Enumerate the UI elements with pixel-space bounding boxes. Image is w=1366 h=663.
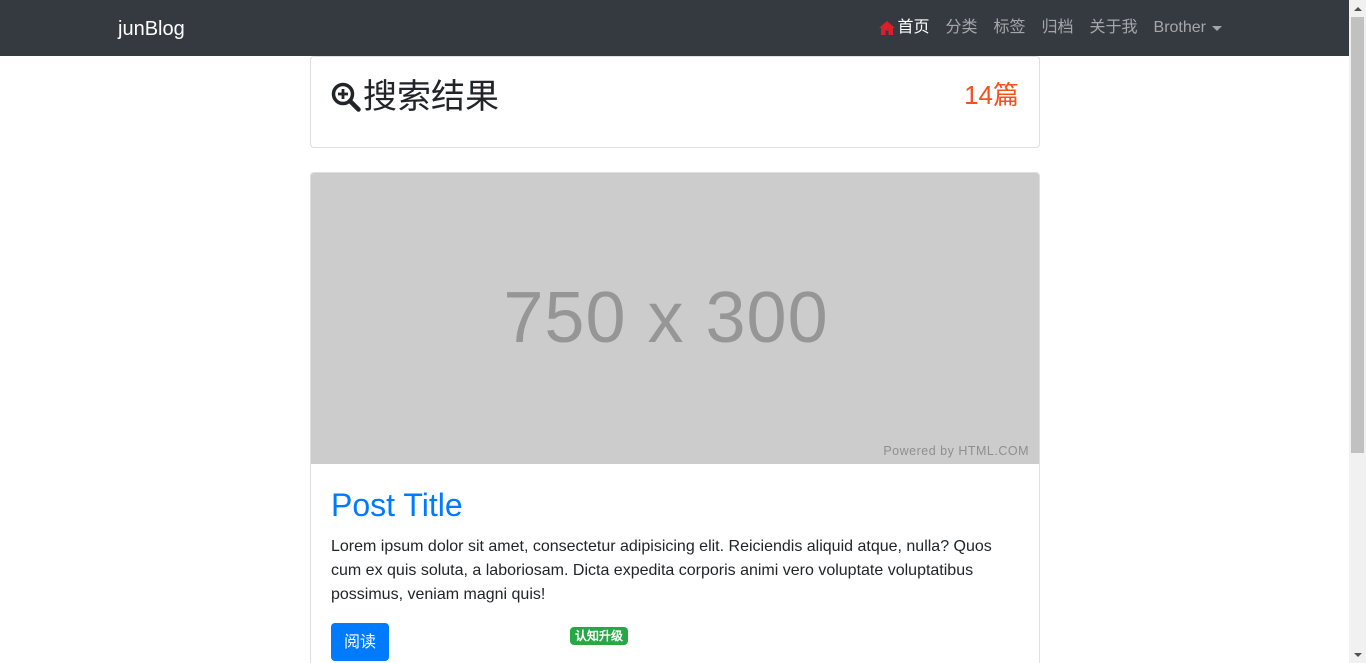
- arrow-down-icon: [1353, 652, 1362, 657]
- search-plus-icon: [331, 82, 361, 112]
- chevron-down-icon: [1212, 26, 1222, 31]
- read-button[interactable]: 阅读: [331, 623, 389, 661]
- page-scrollbar[interactable]: [1349, 0, 1366, 663]
- post-title[interactable]: Post Title: [331, 485, 463, 525]
- main-nav: 首页 分类 标签 归档 关于我 Brother: [878, 17, 1222, 39]
- nav-item-home[interactable]: 首页: [878, 17, 929, 39]
- scroll-thumb[interactable]: [1351, 17, 1364, 453]
- nav-item-tags[interactable]: 标签: [993, 17, 1025, 39]
- nav-item-label: 首页: [897, 19, 930, 36]
- placeholder-powered-text: Powered by HTML.COM: [883, 444, 1029, 458]
- placeholder-size-text: 750 x 300: [503, 278, 829, 358]
- scroll-up-arrow[interactable]: [1349, 0, 1366, 17]
- arrow-up-icon: [1353, 6, 1362, 11]
- scroll-down-arrow[interactable]: [1349, 646, 1366, 663]
- nav-item-archive[interactable]: 归档: [1042, 17, 1074, 39]
- tag-badge[interactable]: 认知升级: [570, 627, 629, 645]
- navbar: junBlog 首页 分类 标签 归档 关于我 Brother: [0, 0, 1349, 56]
- nav-item-user-dropdown[interactable]: Brother: [1154, 17, 1222, 39]
- search-result-header: 搜索结果 14篇: [310, 56, 1040, 148]
- user-name: Brother: [1153, 19, 1206, 36]
- search-title: 搜索结果: [331, 77, 499, 117]
- brand-logo[interactable]: junBlog: [118, 16, 185, 42]
- search-title-text: 搜索结果: [363, 78, 499, 116]
- post-excerpt: Lorem ipsum dolor sit amet, consectetur …: [331, 538, 992, 603]
- nav-item-categories[interactable]: 分类: [945, 17, 977, 39]
- home-icon: [879, 21, 896, 35]
- result-count: 14篇: [964, 80, 1019, 110]
- post-image-placeholder[interactable]: 750 x 300 Powered by HTML.COM: [311, 173, 1039, 464]
- post-card: 750 x 300 Powered by HTML.COM Post Title…: [310, 172, 1040, 663]
- nav-item-about[interactable]: 关于我: [1090, 17, 1138, 39]
